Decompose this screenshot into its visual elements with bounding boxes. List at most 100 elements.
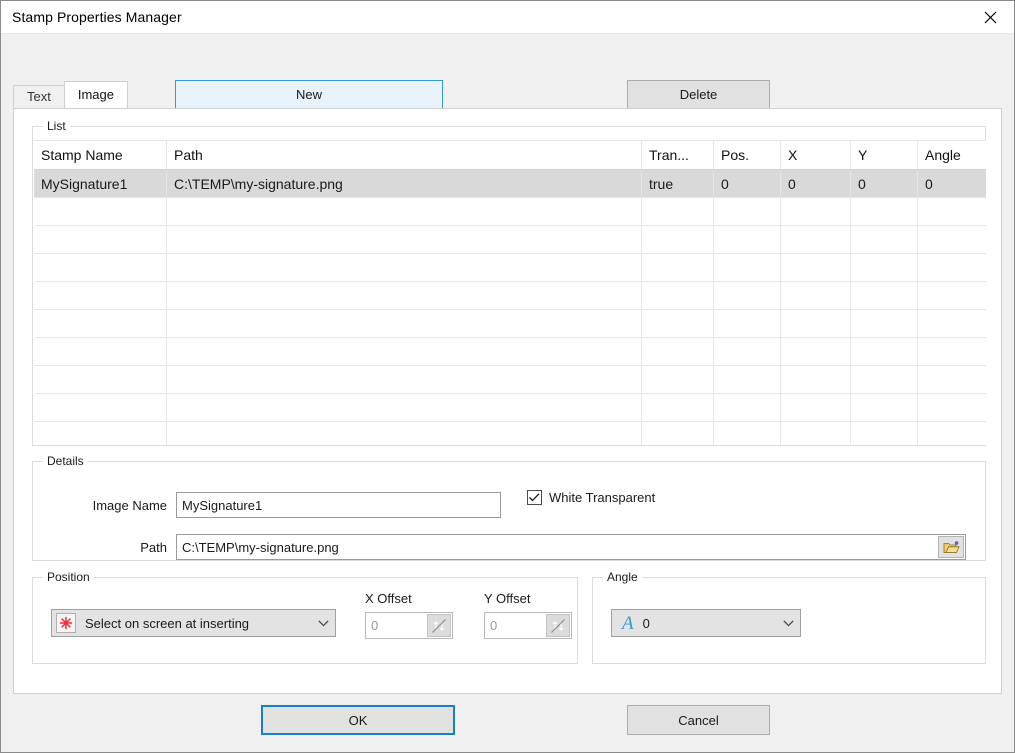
cell-empty (167, 226, 642, 253)
table-header-row: Stamp Name Path Tran... Pos. X Y Angle (34, 141, 986, 170)
cell-y: 0 (851, 170, 918, 197)
path-label: Path (140, 539, 167, 555)
cell-empty (642, 422, 714, 445)
browse-button[interactable] (938, 536, 964, 558)
cell-empty (714, 198, 781, 225)
table-row-empty[interactable] (34, 310, 986, 338)
chevron-glyph (317, 619, 329, 627)
position-mode-dropdown[interactable]: Select on screen at inserting (51, 609, 336, 637)
table-row-empty[interactable] (34, 338, 986, 366)
stamp-properties-manager-window: Stamp Properties Manager New Delete Text… (0, 0, 1015, 753)
cell-empty (918, 422, 986, 445)
title-bar: Stamp Properties Manager (1, 1, 1014, 34)
cancel-button[interactable]: Cancel (627, 705, 770, 735)
column-header-transparent[interactable]: Tran... (642, 141, 714, 169)
column-header-x[interactable]: X (781, 141, 851, 169)
cell-empty (714, 422, 781, 445)
window-title: Stamp Properties Manager (12, 9, 182, 25)
ok-button[interactable]: OK (261, 705, 455, 735)
italic-a-icon: A (622, 612, 634, 634)
cell-empty (167, 422, 642, 445)
cell-empty (851, 254, 918, 281)
dialog-footer: OK Cancel (1, 694, 1014, 752)
cell-empty (34, 282, 167, 309)
x-offset-spinner-icon[interactable] (427, 614, 451, 637)
cell-empty (851, 394, 918, 421)
details-group-title: Details (43, 454, 88, 468)
cell-empty (781, 338, 851, 365)
table-row-empty[interactable] (34, 226, 986, 254)
y-offset-spinner-icon[interactable] (546, 614, 570, 637)
cell-empty (34, 226, 167, 253)
tab-image[interactable]: Image (63, 81, 128, 108)
table-row-empty[interactable] (34, 198, 986, 226)
y-offset-stepper[interactable]: 0 (484, 612, 572, 639)
tab-text[interactable]: Text (13, 85, 65, 108)
cell-empty (918, 254, 986, 281)
path-input-value: C:\TEMP\my-signature.png (182, 539, 339, 555)
cell-empty (781, 394, 851, 421)
position-group-title: Position (43, 570, 94, 584)
cell-empty (781, 282, 851, 309)
path-input[interactable]: C:\TEMP\my-signature.png (176, 534, 966, 560)
image-name-label: Image Name (92, 497, 167, 513)
column-header-angle[interactable]: Angle (918, 141, 986, 169)
top-action-bar: New Delete (1, 34, 1014, 109)
x-offset-stepper[interactable]: 0 (365, 612, 453, 639)
stamp-list-table[interactable]: Stamp Name Path Tran... Pos. X Y Angle M… (34, 140, 986, 445)
white-transparent-label: White Transparent (549, 490, 656, 505)
cell-empty (34, 366, 167, 393)
list-group: List Stamp Name Path Tran... Pos. X Y An… (32, 119, 986, 446)
table-row-empty[interactable] (34, 422, 986, 445)
x-offset-block: X Offset 0 (365, 591, 453, 639)
cell-empty (714, 282, 781, 309)
tab-strip: Text Image (13, 81, 1014, 108)
cell-empty (642, 310, 714, 337)
cell-empty (714, 310, 781, 337)
cell-empty (851, 310, 918, 337)
asterisk-glyph (59, 616, 73, 630)
table-row-empty[interactable] (34, 394, 986, 422)
cell-empty (34, 198, 167, 225)
cell-empty (918, 198, 986, 225)
cell-empty (642, 226, 714, 253)
cell-empty (34, 338, 167, 365)
cell-empty (34, 254, 167, 281)
white-transparent-checkbox[interactable]: White Transparent (527, 490, 655, 505)
table-row-empty[interactable] (34, 254, 986, 282)
cell-empty (781, 310, 851, 337)
column-header-stamp-name[interactable]: Stamp Name (34, 141, 167, 169)
cell-path: C:\TEMP\my-signature.png (167, 170, 642, 197)
chevron-down-icon (311, 619, 335, 627)
table-row-empty[interactable] (34, 282, 986, 310)
x-offset-value: 0 (371, 618, 379, 633)
cell-empty (167, 254, 642, 281)
table-row[interactable]: MySignature1 C:\TEMP\my-signature.png tr… (34, 170, 986, 198)
checkmark-icon (529, 493, 540, 502)
cell-empty (918, 282, 986, 309)
cell-transparent: true (642, 170, 714, 197)
chevron-glyph (782, 619, 794, 627)
close-button[interactable] (967, 1, 1014, 33)
image-name-input[interactable]: MySignature1 (176, 492, 501, 518)
position-mode-value: Select on screen at inserting (85, 615, 250, 631)
cell-empty (851, 422, 918, 445)
cell-empty (642, 254, 714, 281)
column-header-pos[interactable]: Pos. (714, 141, 781, 169)
angle-value: 0 (642, 615, 650, 631)
cell-empty (781, 254, 851, 281)
checkbox-box (527, 490, 542, 505)
cell-empty (642, 366, 714, 393)
column-header-y[interactable]: Y (851, 141, 918, 169)
cell-empty (714, 254, 781, 281)
cell-empty (918, 338, 986, 365)
cell-empty (781, 198, 851, 225)
column-header-path[interactable]: Path (167, 141, 642, 169)
cell-empty (918, 226, 986, 253)
cell-empty (714, 394, 781, 421)
angle-dropdown[interactable]: A 0 (611, 609, 801, 637)
red-asterisk-icon (56, 613, 76, 633)
chevron-down-icon (776, 619, 800, 627)
table-row-empty[interactable] (34, 366, 986, 394)
cell-angle: 0 (925, 175, 933, 192)
